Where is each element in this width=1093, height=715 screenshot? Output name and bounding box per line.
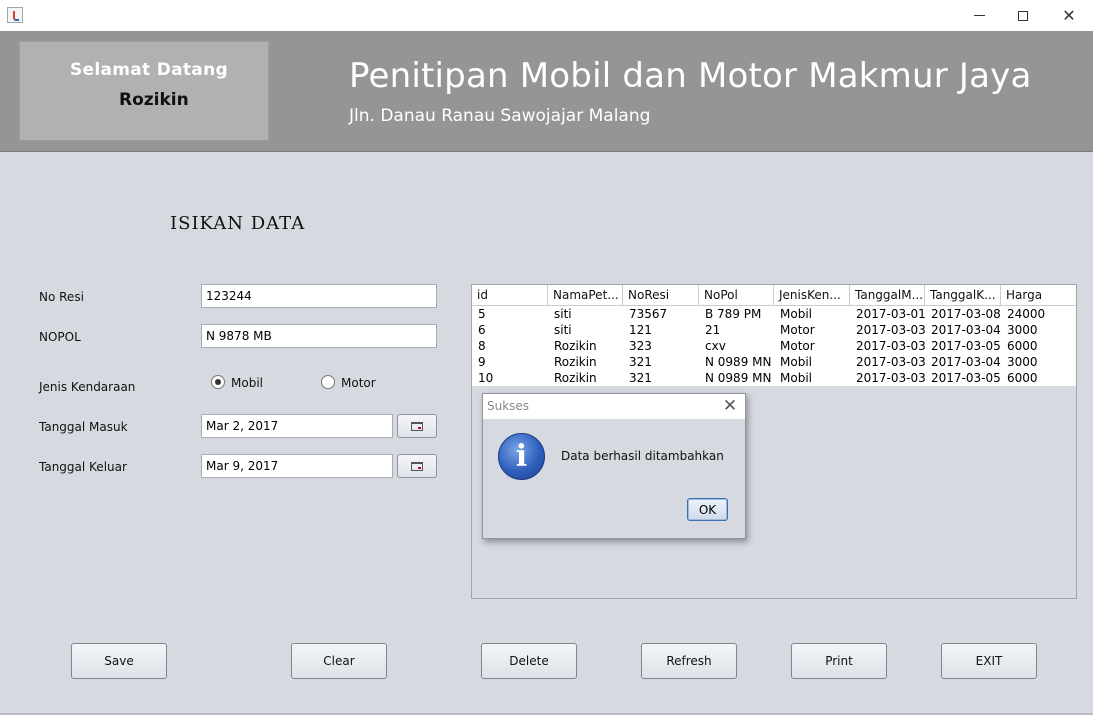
- table-cell: 21: [705, 323, 721, 337]
- tanggal-masuk-calendar-button[interactable]: [397, 414, 437, 438]
- minimize-icon: [973, 15, 985, 16]
- maximize-button[interactable]: [1000, 0, 1046, 31]
- nopol-label: NOPOL: [39, 330, 81, 344]
- column-header[interactable]: NoPol: [699, 285, 774, 306]
- table-cell: 2017-03-05: [931, 371, 1001, 385]
- maximize-icon: [1018, 10, 1028, 21]
- column-header[interactable]: TanggalM...: [850, 285, 925, 306]
- table-cell: Mobil: [780, 355, 812, 369]
- column-header[interactable]: TanggalK...: [925, 285, 1001, 306]
- app-title: Penitipan Mobil dan Motor Makmur Jaya: [349, 56, 1032, 96]
- table-cell: cxv: [705, 339, 726, 353]
- table-cell: B 789 PM: [705, 307, 762, 321]
- table-cell: N 0989 MN: [705, 371, 772, 385]
- table-cell: 321: [629, 371, 652, 385]
- app-address: Jln. Danau Ranau Sawojajar Malang: [349, 106, 651, 126]
- welcome-text: Selamat Datang: [70, 60, 228, 80]
- refresh-button[interactable]: Refresh: [641, 643, 737, 679]
- table-cell: 10: [478, 371, 494, 385]
- table-cell: siti: [554, 307, 572, 321]
- table-cell: 2017-03-03: [856, 323, 925, 337]
- column-header[interactable]: JenisKen...: [774, 285, 850, 306]
- table-cell: 6000: [1007, 371, 1038, 385]
- table-cell: 323: [629, 339, 652, 353]
- print-button[interactable]: Print: [791, 643, 887, 679]
- table-row[interactable]: 8 Rozikin 323 cxv Motor 2017-03-03 2017-…: [472, 338, 1076, 354]
- tanggal-keluar-label: Tanggal Keluar: [39, 460, 127, 474]
- radio-mobil-label[interactable]: Mobil: [231, 376, 263, 390]
- radio-motor[interactable]: [321, 375, 335, 389]
- info-icon: i: [498, 433, 545, 480]
- table-cell: 2017-03-04: [931, 355, 1001, 369]
- table-row[interactable]: 10 Rozikin 321 N 0989 MN Mobil 2017-03-0…: [472, 370, 1076, 386]
- table-row[interactable]: 9 Rozikin 321 N 0989 MN Mobil 2017-03-03…: [472, 354, 1076, 370]
- column-header[interactable]: NamaPet...: [548, 285, 623, 306]
- table-cell: 3000: [1007, 355, 1038, 369]
- exit-button[interactable]: EXIT: [941, 643, 1037, 679]
- table-cell: 2017-03-03: [856, 355, 925, 369]
- minimize-button[interactable]: [956, 0, 1002, 31]
- table-body: 5 siti 73567 B 789 PM Mobil 2017-03-01 2…: [472, 306, 1076, 386]
- table-row[interactable]: 5 siti 73567 B 789 PM Mobil 2017-03-01 2…: [472, 306, 1076, 322]
- radio-motor-label[interactable]: Motor: [341, 376, 376, 390]
- dialog-message: Data berhasil ditambahkan: [561, 449, 724, 463]
- clear-button[interactable]: Clear: [291, 643, 387, 679]
- table-cell: 5: [478, 307, 486, 321]
- ok-button[interactable]: OK: [687, 498, 728, 521]
- table-cell: 6: [478, 323, 486, 337]
- java-app-icon: [7, 7, 23, 23]
- tanggal-keluar-input[interactable]: Mar 9, 2017: [201, 454, 393, 478]
- radio-selected-dot: [215, 379, 221, 385]
- table-cell: Mobil: [780, 371, 812, 385]
- no-resi-input[interactable]: 123244: [201, 284, 437, 308]
- table-cell: 2017-03-03: [856, 371, 925, 385]
- tanggal-masuk-input[interactable]: Mar 2, 2017: [201, 414, 393, 438]
- table-cell: siti: [554, 323, 572, 337]
- tanggal-keluar-calendar-button[interactable]: [397, 454, 437, 478]
- column-header[interactable]: Harga: [1001, 285, 1076, 306]
- table-header: id NamaPet... NoResi NoPol JenisKen... T…: [472, 285, 1076, 306]
- table-cell: 2017-03-04: [931, 323, 1001, 337]
- close-window-button[interactable]: ✕: [1046, 0, 1092, 31]
- jenis-kendaraan-label: Jenis Kendaraan: [39, 380, 136, 394]
- calendar-icon: [411, 461, 423, 471]
- table-cell: Mobil: [780, 307, 812, 321]
- table-cell: 321: [629, 355, 652, 369]
- table-cell: N 0989 MN: [705, 355, 772, 369]
- nopol-input[interactable]: N 9878 MB: [201, 324, 437, 348]
- table-cell: 121: [629, 323, 652, 337]
- user-name: Rozikin: [119, 90, 189, 110]
- table-cell: 2017-03-01: [856, 307, 925, 321]
- tanggal-masuk-label: Tanggal Masuk: [39, 420, 128, 434]
- table-cell: Rozikin: [554, 355, 597, 369]
- table-row[interactable]: 6 siti 121 21 Motor 2017-03-03 2017-03-0…: [472, 322, 1076, 338]
- close-icon: ✕: [1062, 6, 1076, 25]
- table-cell: 3000: [1007, 323, 1038, 337]
- window-titlebar: [0, 0, 1093, 31]
- form-section-title: ISIKAN DATA: [170, 213, 306, 234]
- table-cell: 2017-03-08: [931, 307, 1001, 321]
- table-cell: Rozikin: [554, 371, 597, 385]
- table-cell: Motor: [780, 339, 815, 353]
- table-cell: 8: [478, 339, 486, 353]
- table-cell: 2017-03-05: [931, 339, 1001, 353]
- column-header[interactable]: NoResi: [623, 285, 699, 306]
- calendar-icon: [411, 421, 423, 431]
- save-button[interactable]: Save: [71, 643, 167, 679]
- table-cell: 2017-03-03: [856, 339, 925, 353]
- table-cell: 73567: [629, 307, 668, 321]
- table-cell: 9: [478, 355, 486, 369]
- column-header[interactable]: id: [472, 285, 548, 306]
- table-cell: 24000: [1007, 307, 1046, 321]
- table-cell: Motor: [780, 323, 815, 337]
- no-resi-label: No Resi: [39, 290, 84, 304]
- delete-button[interactable]: Delete: [481, 643, 577, 679]
- table-cell: Rozikin: [554, 339, 597, 353]
- dialog-title: Sukses: [487, 399, 530, 413]
- table-cell: 6000: [1007, 339, 1038, 353]
- radio-mobil[interactable]: [211, 375, 225, 389]
- dialog-close-icon[interactable]: ✕: [720, 396, 740, 416]
